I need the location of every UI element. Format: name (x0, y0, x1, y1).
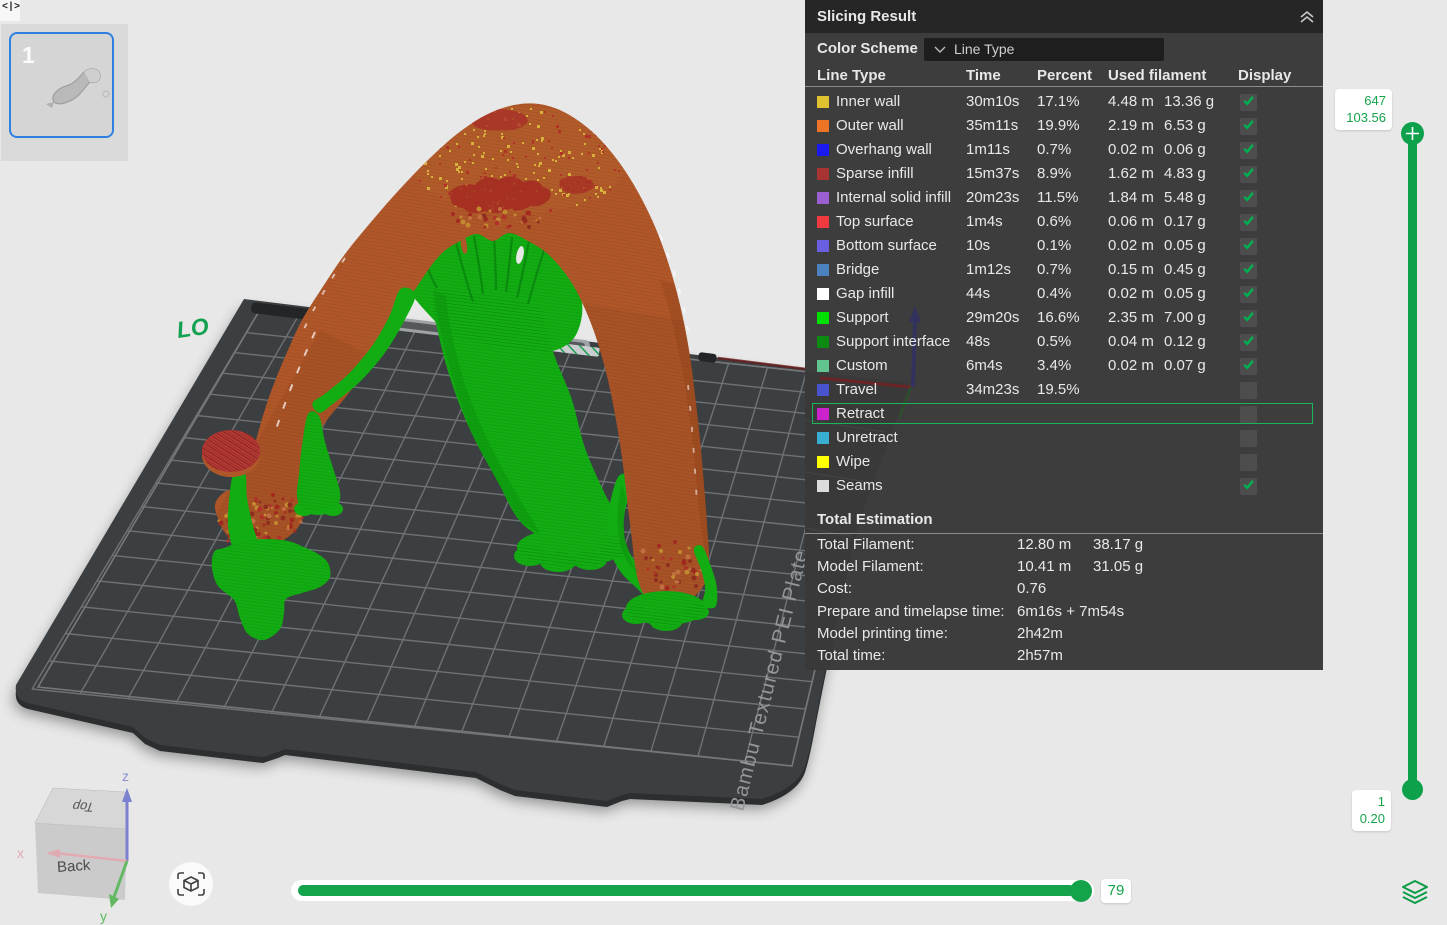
svg-text:x: x (17, 845, 24, 861)
svg-text:LO: LO (175, 313, 210, 343)
svg-text:z: z (122, 768, 129, 784)
svg-text:y: y (100, 908, 107, 924)
svg-text:Back: Back (56, 857, 91, 876)
